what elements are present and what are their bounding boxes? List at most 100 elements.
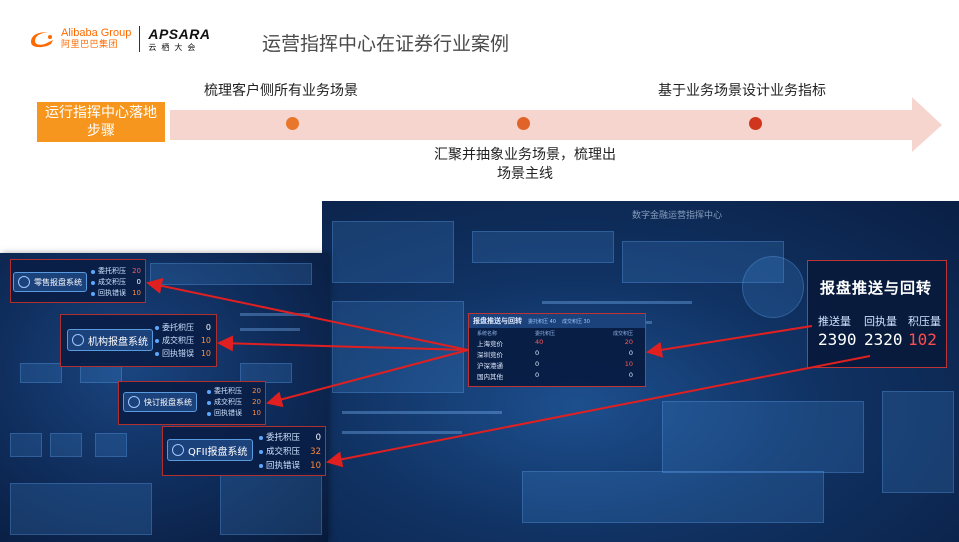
metric-value: 10: [132, 289, 141, 297]
apsara-en-text: APSARA: [148, 25, 211, 42]
table-row: 沪深港通 0 10: [469, 359, 645, 370]
apsara-cn-text: 云栖大会: [148, 42, 201, 52]
blur-panel: [95, 433, 127, 457]
blur-line: [342, 431, 462, 434]
push-return-summary-callout: 报盘推送与回转 推送量 回执量 积压量 2390 2320 102: [807, 260, 947, 368]
milestone-dot-3: [749, 117, 762, 130]
metric-label: 回执错误: [266, 461, 301, 471]
row-name: 国内其他: [477, 373, 503, 381]
metric-value: 10: [200, 349, 211, 358]
column-header: 系统名称: [477, 331, 498, 337]
blur-panel: [332, 221, 454, 283]
summary-title: 报盘推送与回转: [820, 279, 933, 297]
alibaba-mark-icon: [27, 28, 57, 50]
milestone-dot-2: [517, 117, 530, 130]
retail-system-chip[interactable]: 零售报盘系统: [13, 272, 87, 292]
row-value: 0: [535, 371, 540, 379]
row-name: 上海竞价: [477, 340, 503, 348]
blur-panel: [10, 483, 152, 535]
blur-panel: [332, 301, 464, 393]
step-label-box: 运行指挥中心落地步骤: [37, 102, 165, 142]
institution-system-chip[interactable]: 机构报盘系统: [67, 329, 153, 351]
metric-value: 10: [252, 409, 261, 417]
system-name: 快订报盘系统: [144, 397, 192, 407]
institution-system-callout: 机构报盘系统 委托积压 0 成交积压 10 回执错误 10: [60, 314, 217, 367]
table-title: 报盘推送与回转: [473, 317, 522, 325]
system-icon: [128, 396, 140, 408]
summary-value-push: 2390: [818, 330, 857, 349]
alibaba-logo: Alibaba Group 阿里巴巴集团 APSARA 云栖大会: [27, 24, 210, 54]
row-name: 沪深港通: [477, 362, 503, 370]
qfii-system-callout: QFII报盘系统 委托积压 0 成交积压 32 回执错误 10: [162, 426, 326, 476]
push-return-table: 报盘推送与回转 委托积压 40 成交积压 30 系统名称 委托积压 成交积压 上…: [468, 313, 646, 387]
qfii-metrics: 委托积压 0 成交积压 32 回执错误 10: [259, 431, 321, 473]
metric-label: 委托积压: [162, 323, 194, 332]
table-column-headers: 系统名称 委托积压 成交积压: [469, 328, 645, 337]
metric-label: 委托积压: [266, 433, 301, 443]
metric-value: 10: [200, 336, 211, 345]
system-icon: [18, 276, 30, 288]
quick-order-system-chip[interactable]: 快订报盘系统: [123, 392, 197, 412]
gauge-panel: [742, 256, 804, 318]
metric-value: 0: [205, 323, 211, 332]
summary-value-receipt: 2320: [864, 330, 903, 349]
metric-label: 委托积压: [214, 387, 242, 395]
milestone-label-3: 基于业务场景设计业务指标: [658, 83, 826, 99]
metric-row: 回执错误 10: [91, 288, 141, 299]
blur-panel: [662, 401, 864, 473]
row-value: 0: [535, 360, 540, 368]
row-value: 0: [535, 349, 540, 357]
metric-value: 20: [252, 398, 261, 406]
row-value: 0: [628, 349, 633, 357]
blur-line: [342, 411, 502, 414]
metric-value: 0: [136, 278, 141, 286]
logo-divider: [139, 26, 141, 52]
metric-row: 回执错误 10: [259, 459, 321, 473]
milestone-label-1: 梳理客户侧所有业务场景: [204, 83, 358, 99]
blur-panel: [522, 471, 824, 523]
metric-value: 10: [310, 461, 321, 471]
metric-row: 委托积压 20: [91, 266, 141, 277]
column-header: 成交积压: [612, 331, 633, 337]
blur-panel: [882, 391, 954, 493]
blur-panel: [150, 263, 312, 285]
metric-row: 回执错误 10: [207, 408, 261, 419]
system-icon: [72, 334, 84, 346]
row-value: 0: [628, 371, 633, 379]
metric-label: 回执错误: [98, 289, 126, 297]
table-tag-2: 成交积压 30: [561, 318, 590, 325]
system-name: 机构报盘系统: [88, 336, 148, 348]
table-row: 国内其他 0 0: [469, 370, 645, 381]
row-value: 10: [624, 360, 633, 368]
page-title: 运营指挥中心在证券行业案例: [262, 33, 510, 55]
metric-row: 成交积压 20: [207, 397, 261, 408]
milestone-label-2: 汇聚并抽象业务场景，梳理出场景主线: [434, 147, 616, 182]
retail-metrics: 委托积压 20 成交积压 0 回执错误 10: [91, 266, 141, 299]
row-value: 40: [535, 338, 544, 346]
table-header: 报盘推送与回转 委托积压 40 成交积压 30: [469, 314, 645, 328]
blur-panel: [50, 433, 82, 457]
alibaba-cn-text: 阿里巴巴集团: [61, 40, 119, 50]
table-tag-1: 委托积压 40: [528, 318, 556, 325]
system-name: QFII报盘系统: [188, 446, 248, 458]
system-icon: [172, 444, 184, 456]
metric-row: 成交积压 32: [259, 445, 321, 459]
blur-line: [240, 328, 300, 331]
metric-value: 20: [132, 267, 141, 275]
table-row: 上海竞价 40 20: [469, 337, 645, 348]
milestone-dot-1: [286, 117, 299, 130]
dashboard-title: 数字金融运营指挥中心: [632, 211, 723, 221]
blur-panel: [220, 473, 322, 535]
qfii-system-chip[interactable]: QFII报盘系统: [167, 439, 253, 461]
institution-metrics: 委托积压 0 成交积压 10 回执错误 10: [155, 321, 211, 360]
apsara-logo: APSARA 云栖大会: [148, 27, 210, 52]
metric-row: 成交积压 10: [155, 334, 211, 347]
metric-label: 成交积压: [162, 336, 194, 345]
metric-value: 20: [252, 387, 261, 395]
alibaba-en-text: Alibaba Group: [61, 27, 132, 39]
metric-row: 成交积压 0: [91, 277, 141, 288]
metric-label: 回执错误: [162, 349, 194, 358]
summary-label-backlog: 积压量: [908, 315, 941, 328]
metric-label: 成交积压: [214, 398, 242, 406]
metric-row: 委托积压 0: [155, 321, 211, 334]
